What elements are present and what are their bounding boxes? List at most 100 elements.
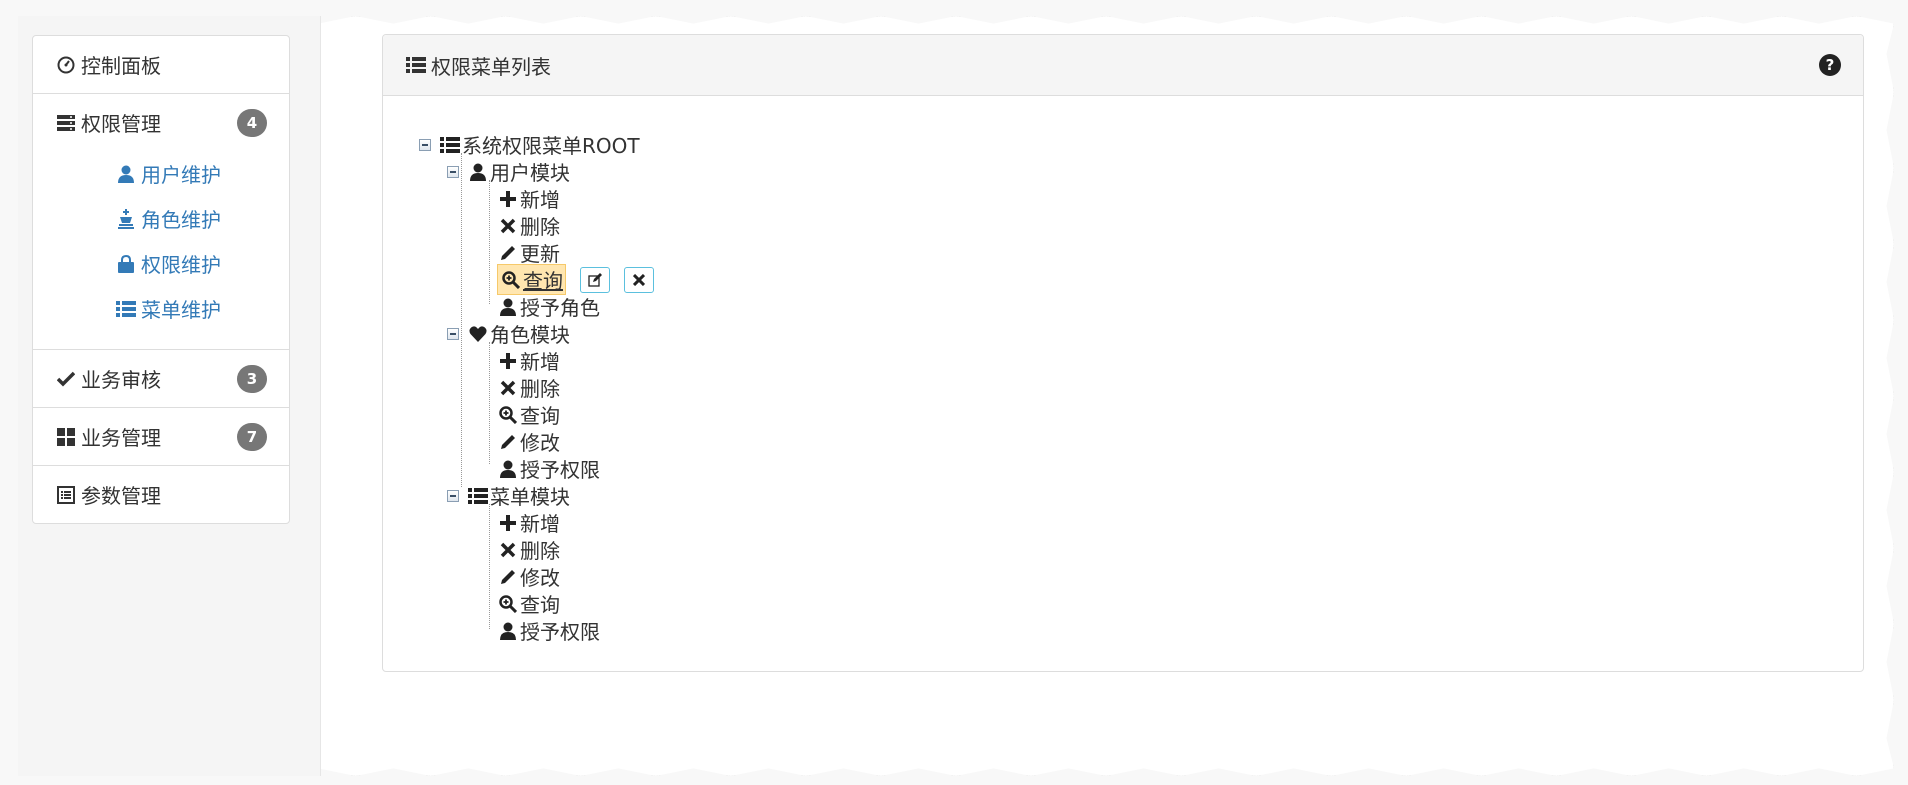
tree-node-role-module[interactable]: 角色模块 (419, 320, 654, 347)
tree-node-label: 用户模块 (490, 161, 570, 185)
tree-leaf[interactable]: 新增 (419, 185, 654, 212)
sidebar-item-dashboard[interactable]: 控制面板 (33, 36, 289, 94)
zoom-in-icon (500, 269, 522, 291)
tree-node-label: 新增 (520, 350, 560, 374)
edit-icon (588, 272, 602, 287)
dashboard-icon (55, 54, 77, 76)
remove-icon (497, 377, 519, 399)
user-icon (115, 163, 137, 185)
sidebar-item-label: 权限管理 (81, 112, 161, 136)
sidebar-item-label: 参数管理 (81, 484, 161, 508)
tree-node-label: 更新 (520, 242, 560, 266)
plus-icon (497, 350, 519, 372)
tree-leaf[interactable]: 更新 (419, 239, 654, 266)
server-icon (55, 112, 77, 134)
tree-leaf[interactable]: 修改 (419, 563, 654, 590)
sidebar-subitem-user[interactable]: 用户维护 (33, 151, 289, 196)
zoom-in-icon (497, 404, 519, 426)
delete-button[interactable] (624, 266, 654, 293)
sidebar-subitem-permission[interactable]: 权限维护 (33, 241, 289, 286)
plus-icon (497, 512, 519, 534)
pencil-icon (497, 431, 519, 453)
tree-node-label: 删除 (520, 377, 560, 401)
king-icon (115, 208, 137, 230)
collapse-toggle[interactable] (419, 138, 431, 151)
heart-icon (467, 323, 489, 345)
tree-node-label: 修改 (520, 431, 560, 455)
tree-leaf[interactable]: 新增 (419, 509, 654, 536)
tree-node-label: 新增 (520, 512, 560, 536)
collapse-toggle[interactable] (447, 327, 459, 340)
list-alt-icon (55, 484, 77, 506)
list-icon (439, 134, 461, 156)
tree-leaf[interactable]: 查询 (419, 590, 654, 617)
user-icon (467, 161, 489, 183)
tree-leaf-selected[interactable]: 查询 (419, 264, 654, 295)
tree-node-label: 系统权限菜单ROOT (462, 134, 640, 158)
tree-leaf[interactable]: 修改 (419, 428, 654, 455)
sidebar-subitem-label: 用户维护 (141, 163, 221, 187)
remove-icon (497, 215, 519, 237)
tree-leaf[interactable]: 删除 (419, 212, 654, 239)
tree-leaf[interactable]: 新增 (419, 347, 654, 374)
tree-node-label: 删除 (520, 539, 560, 563)
tree-node-label: 菜单模块 (490, 485, 570, 509)
help-icon[interactable]: ? (1819, 54, 1841, 76)
tree-node-label: 删除 (520, 215, 560, 239)
tree-node-label: 新增 (520, 188, 560, 212)
tree-node-user-module[interactable]: 用户模块 (419, 158, 654, 185)
list-icon (467, 485, 489, 507)
count-badge: 4 (237, 108, 267, 137)
sidebar-item-label: 业务审核 (81, 368, 161, 392)
zoom-in-icon (497, 593, 519, 615)
sidebar-item-label: 业务管理 (81, 426, 161, 450)
panel-title: 权限菜单列表 (431, 54, 551, 79)
tree-node-label: 授予权限 (520, 458, 600, 482)
permission-menu-panel: 权限菜单列表 ? 系统权限菜单ROOT 用户模块 新增 删除 更新 查询 授予角… (382, 34, 1864, 672)
pencil-icon (497, 566, 519, 588)
sidebar-item-business[interactable]: 业务管理 7 (33, 408, 289, 466)
tree-leaf[interactable]: 授予权限 (419, 617, 654, 644)
tree-leaf[interactable]: 删除 (419, 374, 654, 401)
sidebar-item-audit[interactable]: 业务审核 3 (33, 350, 289, 408)
sidebar-subitem-label: 权限维护 (141, 253, 221, 277)
sidebar-subitem-menu[interactable]: 菜单维护 (33, 286, 289, 331)
remove-icon (633, 273, 645, 286)
tree-node-label: 修改 (520, 566, 560, 590)
th-large-icon (55, 426, 77, 448)
lock-icon (115, 253, 137, 275)
sidebar-item-params[interactable]: 参数管理 (33, 466, 289, 523)
check-icon (55, 368, 77, 390)
tree-node-menu-module[interactable]: 菜单模块 (419, 482, 654, 509)
sidebar-item-permission[interactable]: 权限管理 4 (33, 94, 289, 151)
selected-node[interactable]: 查询 (497, 264, 566, 295)
tree-node-label: 授予权限 (520, 620, 600, 644)
permission-tree: 系统权限菜单ROOT 用户模块 新增 删除 更新 查询 授予角色 角色模块 新增… (419, 131, 654, 644)
tree-leaf[interactable]: 授予权限 (419, 455, 654, 482)
sidebar-group-permission: 权限管理 4 用户维护 角色维护 权限维护 菜单维护 (33, 94, 289, 350)
user-icon (497, 296, 519, 318)
collapse-toggle[interactable] (447, 165, 459, 178)
collapse-toggle[interactable] (447, 489, 459, 502)
panel-heading: 权限菜单列表 ? (383, 35, 1863, 96)
sidebar: 控制面板 权限管理 4 用户维护 角色维护 权限维护 菜单维护 业务审核 3 业… (32, 35, 290, 524)
tree-leaf[interactable]: 删除 (419, 536, 654, 563)
user-icon (497, 458, 519, 480)
list-icon (405, 54, 427, 76)
pencil-icon (497, 242, 519, 264)
plus-icon (497, 188, 519, 210)
tree-node-label: 角色模块 (490, 323, 570, 347)
tree-leaf[interactable]: 查询 (419, 401, 654, 428)
sidebar-subitem-label: 角色维护 (141, 208, 221, 232)
tree-node-label: 查询 (520, 404, 560, 428)
tree-leaf[interactable]: 授予角色 (419, 293, 654, 320)
count-badge: 3 (237, 364, 267, 393)
sidebar-subitem-role[interactable]: 角色维护 (33, 196, 289, 241)
count-badge: 7 (237, 422, 267, 451)
user-icon (497, 620, 519, 642)
sidebar-item-label: 控制面板 (81, 54, 161, 78)
edit-button[interactable] (580, 266, 610, 293)
list-icon (115, 298, 137, 320)
tree-node-root[interactable]: 系统权限菜单ROOT (419, 131, 654, 158)
remove-icon (497, 539, 519, 561)
